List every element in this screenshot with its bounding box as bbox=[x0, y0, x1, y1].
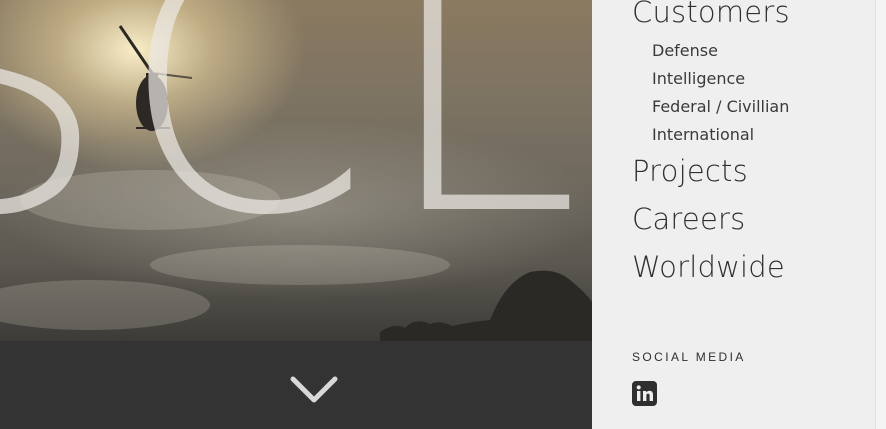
hero-banner: SCL bbox=[0, 0, 592, 341]
chevron-down-icon bbox=[290, 376, 338, 403]
scroll-down-button[interactable] bbox=[290, 374, 338, 406]
nav-subitem-federal-civilian[interactable]: Federal / Civillian bbox=[652, 99, 789, 115]
linkedin-icon bbox=[636, 385, 653, 401]
nav-subitem-intelligence[interactable]: Intelligence bbox=[652, 71, 745, 87]
nav-item-projects[interactable]: Projects bbox=[632, 157, 748, 186]
nav-subitem-international[interactable]: International bbox=[652, 127, 754, 143]
linkedin-link[interactable] bbox=[632, 381, 657, 406]
hero-background-letters: SCL bbox=[0, 0, 591, 294]
nav-item-customers[interactable]: Customers bbox=[632, 0, 790, 27]
social-media-heading: SOCIAL MEDIA bbox=[632, 350, 746, 364]
treeline-silhouette bbox=[380, 270, 592, 341]
nav-item-worldwide[interactable]: Worldwide bbox=[632, 253, 785, 282]
nav-subitem-defense[interactable]: Defense bbox=[652, 43, 718, 59]
nav-item-careers[interactable]: Careers bbox=[632, 205, 745, 234]
page-scrollbar[interactable] bbox=[875, 0, 886, 429]
